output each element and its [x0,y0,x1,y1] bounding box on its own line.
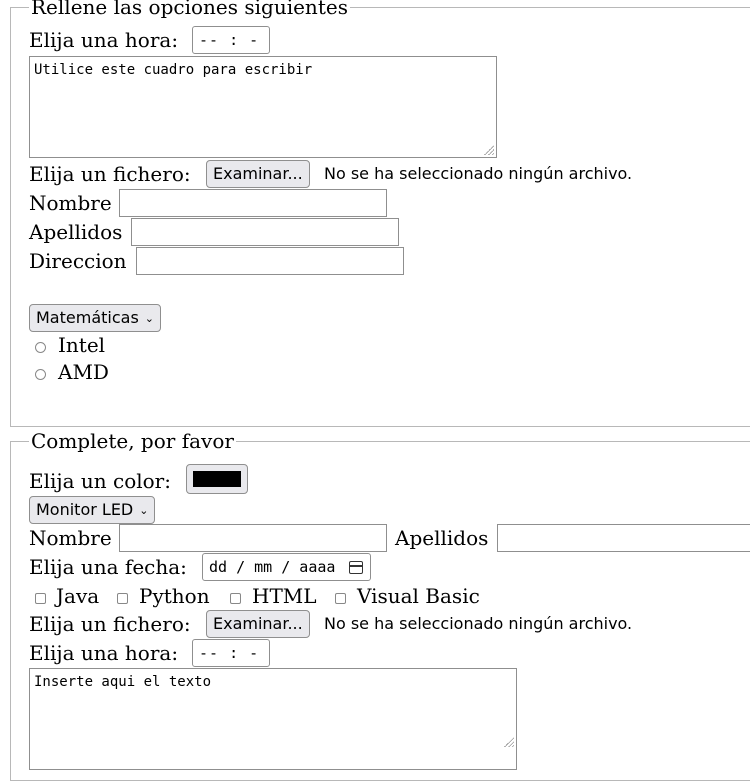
direccion-label: Direccion [29,249,127,273]
checkbox-python[interactable] [117,593,128,604]
text-area[interactable]: Inserte aqui el texto [29,668,517,770]
checkbox-java-label: Java [56,584,100,608]
textarea-text: Inserte aqui el texto [34,674,212,690]
file-status: No se ha seleccionado ningún archivo. [324,164,633,183]
browse-file-button[interactable]: Examinar... [206,610,310,638]
text-area[interactable]: Utilice este cuadro para escribir [29,56,497,158]
apellidos-label: Apellidos [395,526,489,550]
apellidos-input[interactable] [497,524,750,552]
date-input[interactable]: dd / mm / aaaa [202,553,371,581]
date-placeholder: dd / mm / aaaa [209,558,336,576]
fieldset-legend: Rellene las opciones siguientes [29,0,350,20]
color-label: Elija un color: [29,469,171,493]
browse-file-button[interactable]: Examinar... [206,160,310,188]
nombre-input[interactable] [119,524,387,552]
radio-amd-label: AMD [58,360,109,384]
select-value: Matemáticas [36,308,139,327]
direccion-input[interactable] [136,247,404,275]
checkbox-python-label: Python [139,584,210,608]
file-status: No se ha seleccionado ningún archivo. [324,614,633,633]
resize-grip-icon[interactable] [484,145,494,155]
color-picker[interactable] [186,464,248,494]
time-label: Elija una hora: [29,641,179,665]
textarea-text: Utilice este cuadro para escribir [34,62,313,78]
nombre-label: Nombre [29,191,112,215]
file-label: Elija un fichero: [29,162,191,186]
resize-grip-icon[interactable] [504,737,514,747]
device-select[interactable]: Monitor LED ⌄ [29,496,156,524]
checkbox-visual-basic[interactable] [335,593,346,604]
radio-amd[interactable] [35,369,46,380]
file-label: Elija un fichero: [29,612,191,636]
chevron-down-icon: ⌄ [139,504,149,517]
nombre-label: Nombre [29,526,112,550]
time-input[interactable]: -- : -- [192,639,270,688]
apellidos-label: Apellidos [29,220,123,244]
color-swatch [193,471,241,487]
checkbox-java[interactable] [35,593,46,604]
checkbox-visual-basic-label: Visual Basic [357,584,480,608]
time-input[interactable]: -- : -- [192,26,270,75]
calendar-icon[interactable] [349,561,363,574]
time-label: Elija una hora: [29,28,179,52]
select-value: Monitor LED [36,500,134,519]
radio-intel[interactable] [35,342,46,353]
apellidos-input[interactable] [131,218,399,246]
subject-select[interactable]: Matemáticas ⌄ [29,304,161,332]
chevron-down-icon: ⌄ [144,312,154,325]
checkbox-html[interactable] [230,593,241,604]
nombre-input[interactable] [119,189,387,217]
fieldset-legend: Complete, por favor [29,428,236,454]
date-label: Elija una fecha: [29,555,187,579]
radio-intel-label: Intel [58,333,106,357]
checkbox-html-label: HTML [252,584,317,608]
